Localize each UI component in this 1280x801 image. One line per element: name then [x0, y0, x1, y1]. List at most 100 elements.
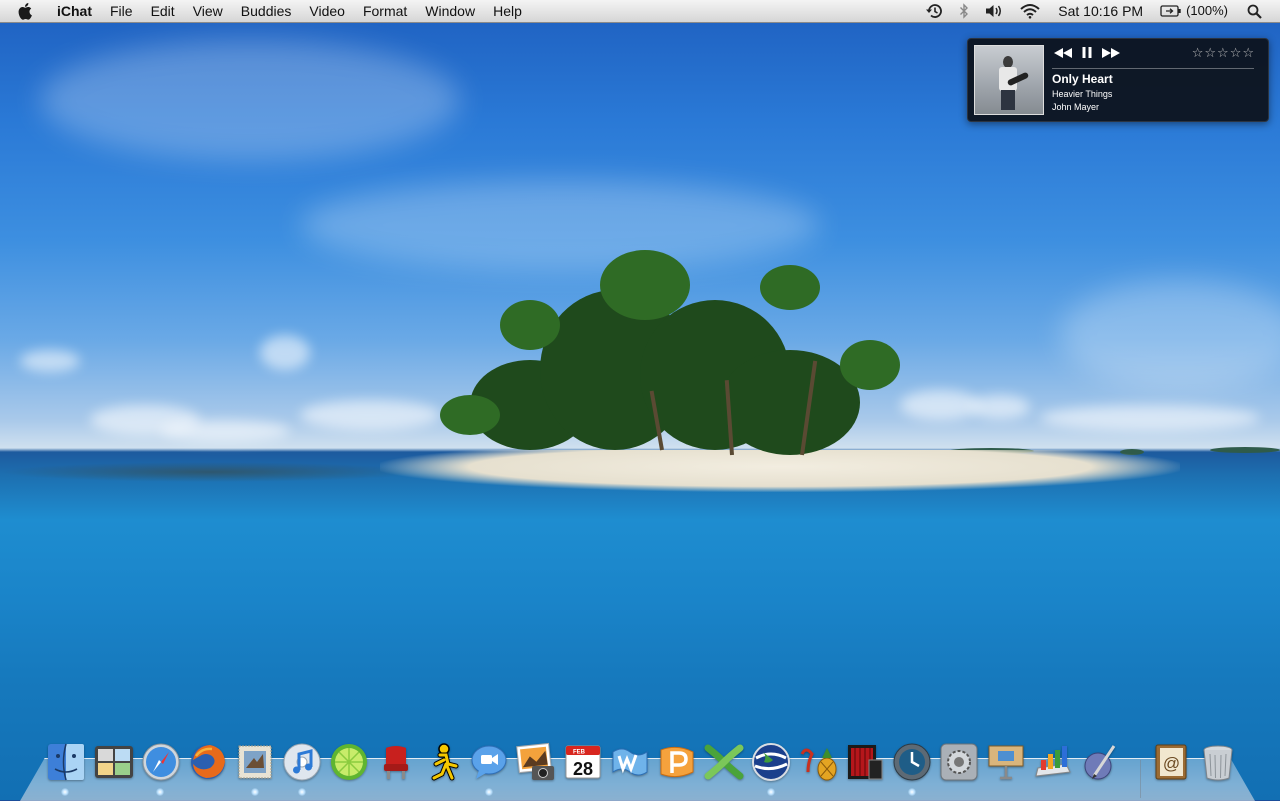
dock-item-time-machine[interactable] — [891, 741, 933, 783]
spotlight-menu[interactable] — [1237, 0, 1280, 22]
menu-edit[interactable]: Edit — [142, 0, 184, 22]
dock-item-system-preferences[interactable] — [938, 741, 980, 783]
widget-divider — [1052, 68, 1254, 69]
wifi-icon — [1020, 4, 1040, 19]
powerpoint-icon — [660, 746, 694, 778]
playback-controls — [1054, 47, 1120, 58]
star-rating[interactable]: ☆ ☆ ☆ ☆ ☆ — [1192, 45, 1254, 61]
running-indicator — [61, 788, 69, 796]
dock-item-keynote[interactable] — [985, 741, 1027, 783]
safari-icon — [142, 743, 180, 781]
distant-islet — [1210, 447, 1280, 453]
running-indicator — [485, 788, 493, 796]
apple-icon — [18, 3, 32, 20]
menu-bar-clock[interactable]: Sat 10:16 PM — [1049, 0, 1152, 22]
battery-percent: (100%) — [1186, 3, 1228, 18]
rating-star[interactable]: ☆ — [1242, 45, 1254, 61]
sky-haze — [300, 180, 820, 270]
word-icon — [612, 748, 648, 776]
dock-item-iphoto[interactable] — [515, 741, 557, 783]
now-playing-widget[interactable]: ☆ ☆ ☆ ☆ ☆ Only Heart Heavier Things John… — [967, 38, 1269, 122]
dock-item-front-row[interactable] — [375, 741, 417, 783]
apple-menu[interactable] — [0, 0, 48, 22]
dock-item-dvd-studio[interactable] — [844, 741, 886, 783]
sky-haze — [1060, 280, 1280, 390]
adium-icon — [800, 748, 837, 781]
time-machine-menu[interactable] — [917, 0, 951, 22]
script-editor-icon — [1084, 745, 1116, 780]
ichat-icon — [471, 745, 507, 779]
cloud — [260, 335, 310, 370]
rating-star[interactable]: ☆ — [1192, 45, 1204, 61]
menu-video[interactable]: Video — [300, 0, 354, 22]
dock-item-address-book[interactable]: @ — [1150, 741, 1192, 783]
dock-item-itunes[interactable] — [281, 741, 323, 783]
front-row-icon — [384, 746, 408, 779]
menu-buddies[interactable]: Buddies — [232, 0, 301, 22]
volume-icon — [986, 5, 1002, 17]
ical-month: FEB — [573, 750, 586, 756]
menu-bar: iChat File Edit View Buddies Video Forma… — [0, 0, 1280, 23]
island-beach — [380, 450, 1180, 492]
dock-item-limewire[interactable] — [328, 741, 370, 783]
numbers-icon — [1035, 746, 1071, 777]
running-indicator — [298, 788, 306, 796]
dock-item-google-earth[interactable] — [750, 741, 792, 783]
menu-window[interactable]: Window — [416, 0, 484, 22]
dock-item-numbers[interactable] — [1032, 741, 1074, 783]
cloud — [160, 420, 290, 442]
track-artist: John Mayer — [1052, 102, 1100, 112]
cloud — [1040, 405, 1260, 431]
time-machine-dock-icon — [893, 743, 931, 781]
dock-item-aim[interactable] — [421, 741, 463, 783]
menu-format[interactable]: Format — [354, 0, 416, 22]
ical-icon: FEB 28 — [565, 745, 601, 779]
firefox-icon — [191, 745, 225, 779]
dock-item-script-editor[interactable] — [1079, 741, 1121, 783]
previous-icon — [1054, 47, 1072, 58]
dock-item-mail[interactable] — [234, 741, 276, 783]
battery-icon — [1160, 5, 1181, 17]
google-earth-icon — [752, 743, 790, 781]
cloud — [20, 350, 80, 372]
dock-item-trash[interactable] — [1197, 741, 1239, 783]
sky-haze — [40, 40, 460, 160]
dock-item-powerpoint[interactable] — [656, 741, 698, 783]
dock-item-firefox[interactable] — [187, 741, 229, 783]
dock-item-word[interactable] — [609, 741, 651, 783]
dock-item-ichat[interactable] — [468, 741, 510, 783]
menu-view[interactable]: View — [184, 0, 232, 22]
cloud — [970, 395, 1030, 419]
time-machine-icon — [926, 4, 943, 18]
running-indicator — [908, 788, 916, 796]
dock-item-dashboard[interactable] — [93, 741, 135, 783]
wifi-menu[interactable] — [1011, 0, 1049, 22]
rating-star[interactable]: ☆ — [1230, 45, 1242, 61]
trash-icon — [1203, 745, 1233, 781]
dock-item-excel[interactable] — [703, 741, 745, 783]
running-indicator — [767, 788, 775, 796]
dock-item-adium[interactable] — [797, 741, 839, 783]
rating-star[interactable]: ☆ — [1204, 45, 1216, 61]
mail-icon — [238, 745, 272, 779]
previous-track-button[interactable] — [1054, 47, 1072, 58]
menu-file[interactable]: File — [101, 0, 142, 22]
dock-item-safari[interactable] — [140, 741, 182, 783]
dock-item-ical[interactable]: FEB 28 — [562, 741, 604, 783]
track-album: Heavier Things — [1052, 89, 1113, 99]
menu-help[interactable]: Help — [484, 0, 531, 22]
spotlight-icon — [1247, 4, 1262, 19]
keynote-icon — [988, 745, 1024, 780]
gear-icon — [940, 743, 978, 781]
pause-button[interactable] — [1082, 47, 1092, 58]
rating-star[interactable]: ☆ — [1217, 45, 1229, 61]
volume-menu[interactable] — [977, 0, 1011, 22]
battery-menu[interactable] — [1152, 0, 1184, 22]
next-track-button[interactable] — [1102, 47, 1120, 58]
bluetooth-icon — [960, 3, 969, 19]
bluetooth-menu[interactable] — [951, 0, 977, 22]
svg-text:@: @ — [1163, 754, 1180, 773]
dock-item-finder[interactable] — [45, 741, 87, 783]
album-art[interactable] — [974, 45, 1044, 115]
app-menu-ichat[interactable]: iChat — [48, 0, 101, 22]
